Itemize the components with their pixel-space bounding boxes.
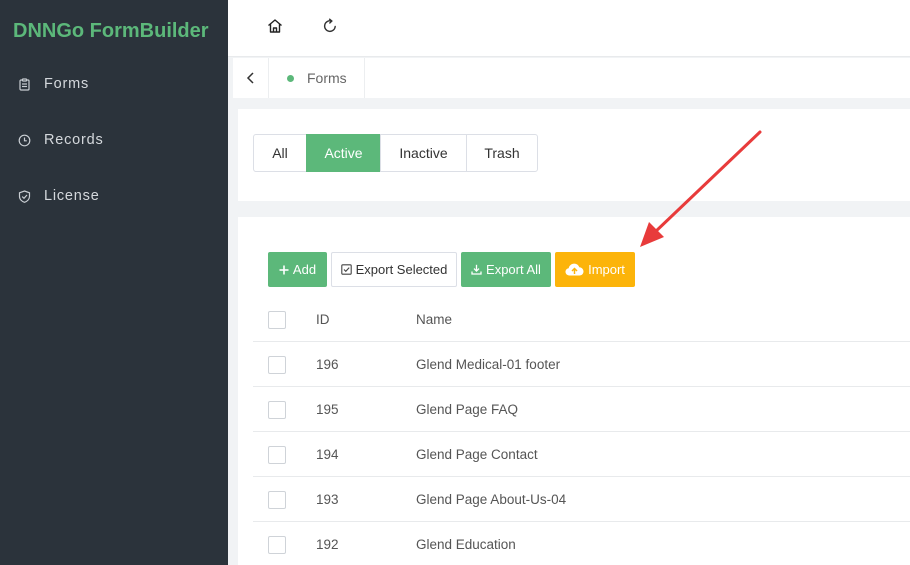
top-bar xyxy=(228,0,910,57)
row-id: 192 xyxy=(316,537,339,552)
forms-table: ID Name 196 Glend Medical-01 footer 195 … xyxy=(253,297,910,565)
export-selected-label: Export Selected xyxy=(355,262,448,277)
export-all-label: Export All xyxy=(486,262,541,277)
tab-forms[interactable]: Forms xyxy=(269,58,365,98)
sidebar-item-records[interactable]: Records xyxy=(18,132,104,148)
add-button[interactable]: Add xyxy=(268,252,327,287)
tabs-back-button[interactable] xyxy=(233,58,269,98)
import-button-label: Import xyxy=(588,262,625,277)
row-checkbox[interactable] xyxy=(268,446,286,464)
shield-check-icon xyxy=(18,189,31,203)
row-checkbox[interactable] xyxy=(268,356,286,374)
plus-icon xyxy=(279,265,289,274)
filter-active-button[interactable]: Active xyxy=(306,134,381,172)
forms-list-panel: Add Export Selected Export All Import ID… xyxy=(238,217,910,565)
checkbox-check-icon xyxy=(340,264,352,275)
list-toolbar: Add Export Selected Export All Import xyxy=(268,252,639,287)
clipboard-icon xyxy=(19,77,30,91)
clock-icon xyxy=(18,134,31,146)
select-all-checkbox[interactable] xyxy=(268,311,286,329)
row-id: 193 xyxy=(316,492,339,507)
sidebar: DNNGo FormBuilder Forms Records License xyxy=(0,0,228,565)
filter-trash-button[interactable]: Trash xyxy=(466,134,538,172)
page-tabs-bar: Forms xyxy=(233,58,910,98)
table-row[interactable]: 194 Glend Page Contact xyxy=(253,432,910,477)
table-row[interactable]: 193 Glend Page About-Us-04 xyxy=(253,477,910,522)
sidebar-item-label: Forms xyxy=(44,76,90,92)
filter-inactive-button[interactable]: Inactive xyxy=(380,134,467,172)
export-selected-button[interactable]: Export Selected xyxy=(331,252,457,287)
row-id: 194 xyxy=(316,447,339,462)
cloud-upload-icon xyxy=(565,263,584,276)
home-icon[interactable] xyxy=(266,17,284,35)
column-header-name: Name xyxy=(416,312,453,327)
row-name: Glend Page Contact xyxy=(416,447,538,462)
row-checkbox[interactable] xyxy=(268,536,286,554)
app-title: DNNGo FormBuilder xyxy=(13,20,209,42)
sidebar-item-forms[interactable]: Forms xyxy=(18,76,89,92)
export-all-button[interactable]: Export All xyxy=(461,252,551,287)
add-button-label: Add xyxy=(292,262,317,277)
sidebar-item-label: License xyxy=(44,188,100,204)
row-name: Glend Page FAQ xyxy=(416,402,519,417)
table-row[interactable]: 196 Glend Medical-01 footer xyxy=(253,342,910,387)
row-name: Glend Education xyxy=(416,537,516,552)
chevron-left-icon xyxy=(246,72,254,84)
table-row[interactable]: 192 Glend Education xyxy=(253,522,910,565)
refresh-icon[interactable] xyxy=(321,17,339,35)
row-id: 196 xyxy=(316,357,339,372)
status-filter-group: All Active Inactive Trash xyxy=(253,134,538,172)
row-name: Glend Page About-Us-04 xyxy=(416,492,567,507)
row-name: Glend Medical-01 footer xyxy=(416,357,561,372)
tab-label: Forms xyxy=(307,70,347,86)
filter-all-button[interactable]: All xyxy=(253,134,307,172)
table-header: ID Name xyxy=(253,297,910,342)
sidebar-item-label: Records xyxy=(44,132,104,148)
table-row[interactable]: 195 Glend Page FAQ xyxy=(253,387,910,432)
download-icon xyxy=(471,264,482,275)
filter-panel: All Active Inactive Trash xyxy=(238,109,910,201)
import-button[interactable]: Import xyxy=(555,252,635,287)
sidebar-item-license[interactable]: License xyxy=(18,188,100,204)
row-checkbox[interactable] xyxy=(268,401,286,419)
row-checkbox[interactable] xyxy=(268,491,286,509)
active-dot-icon xyxy=(287,74,294,82)
column-header-id: ID xyxy=(316,312,330,327)
row-id: 195 xyxy=(316,402,339,417)
